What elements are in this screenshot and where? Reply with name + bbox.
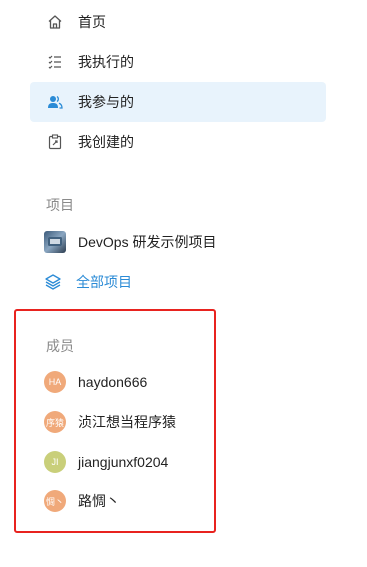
nav-item-created[interactable]: 我创建的 (30, 122, 326, 162)
nav-item-label: 我执行的 (78, 54, 134, 70)
nav-item-label: 我创建的 (78, 134, 134, 150)
member-name: 浈江想当程序猿 (78, 414, 176, 430)
member-name: 路惆丶 (78, 493, 120, 509)
all-projects-label: 全部项目 (76, 274, 132, 290)
people-icon (46, 93, 64, 111)
nav-item-home[interactable]: 首页 (30, 2, 326, 42)
member-item[interactable]: 序猿 浈江想当程序猿 (30, 404, 210, 440)
avatar: 序猿 (44, 411, 66, 433)
project-item-devops[interactable]: DevOps 研发示例项目 (30, 222, 326, 262)
project-label: DevOps 研发示例项目 (78, 234, 217, 250)
nav-item-participated[interactable]: 我参与的 (30, 82, 326, 122)
all-projects-link[interactable]: 全部项目 (30, 262, 326, 302)
nav-item-label: 首页 (78, 14, 106, 30)
member-item[interactable]: JI jiangjunxf0204 (30, 444, 210, 480)
project-thumbnail (44, 231, 66, 253)
avatar: HA (44, 371, 66, 393)
members-section-title: 成员 (46, 338, 74, 354)
avatar: JI (44, 451, 66, 473)
member-item[interactable]: 惆丶 路惆丶 (30, 483, 210, 519)
layers-icon (44, 273, 62, 291)
home-icon (46, 13, 64, 31)
avatar: 惆丶 (44, 490, 66, 512)
projects-section-title: 项目 (46, 197, 74, 213)
nav-item-assigned[interactable]: 我执行的 (30, 42, 326, 82)
member-item[interactable]: HA haydon666 (30, 364, 210, 400)
clipboard-edit-icon (46, 133, 64, 151)
member-name: haydon666 (78, 374, 148, 390)
nav-item-label: 我参与的 (78, 94, 134, 110)
task-list-icon (46, 53, 64, 71)
member-name: jiangjunxf0204 (78, 454, 169, 470)
